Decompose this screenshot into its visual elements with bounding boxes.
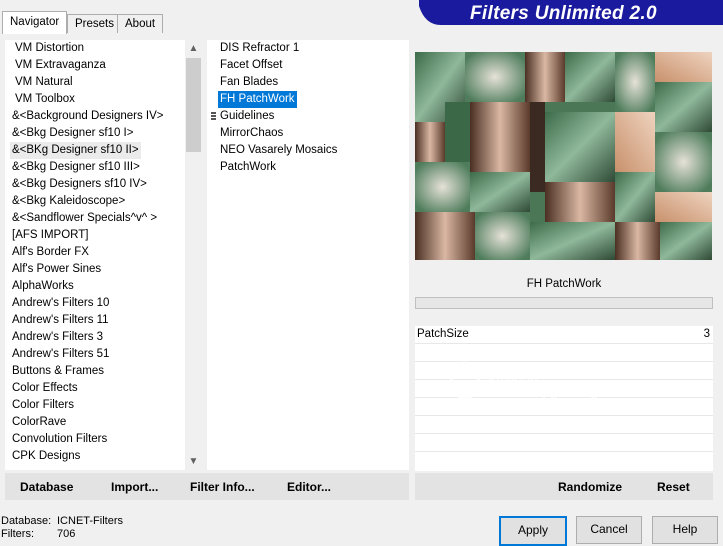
- filter-item[interactable]: DIS Refractor 1: [218, 40, 301, 57]
- filter-item[interactable]: PatchWork: [218, 159, 278, 176]
- left-button-bar: Database Import... Filter Info... Editor…: [5, 473, 409, 500]
- progress-bar: [415, 297, 713, 309]
- randomize-button[interactable]: Randomize: [558, 480, 622, 494]
- tab-presets[interactable]: Presets: [67, 14, 122, 33]
- category-list[interactable]: VM Distortion VM Extravaganza VM Natural…: [5, 40, 202, 470]
- watermark-logo: Pinuccia www.maidiregrafica.eu: [448, 361, 631, 409]
- category-item[interactable]: VM Extravaganza: [13, 57, 108, 74]
- watermark-name: Pinuccia: [487, 372, 538, 387]
- import-button[interactable]: Import...: [111, 480, 158, 494]
- scroll-up-icon[interactable]: ▲: [185, 40, 202, 57]
- tab-about[interactable]: About: [117, 14, 164, 33]
- param-value[interactable]: 3: [704, 328, 710, 340]
- category-item[interactable]: VM Toolbox: [13, 91, 77, 108]
- filters-count-label: Filters:: [1, 528, 34, 540]
- category-item[interactable]: &<Bkg Designer sf10 III>: [10, 159, 142, 176]
- category-scrollbar[interactable]: ▲ ▼: [185, 40, 202, 470]
- category-item[interactable]: Alf's Border FX: [10, 244, 91, 261]
- category-item[interactable]: Andrew's Filters 3: [10, 329, 105, 346]
- help-button[interactable]: Help: [652, 516, 718, 544]
- category-item[interactable]: [AFS IMPORT]: [10, 227, 90, 244]
- cancel-button[interactable]: Cancel: [576, 516, 642, 544]
- param-row-empty: [415, 416, 713, 434]
- category-item[interactable]: AlphaWorks: [10, 278, 76, 295]
- category-item[interactable]: Andrew's Filters 51: [10, 346, 111, 363]
- scroll-thumb[interactable]: [186, 58, 201, 152]
- param-row-empty: [415, 434, 713, 452]
- category-item[interactable]: VM Distortion: [13, 40, 86, 57]
- category-item[interactable]: Alf's Power Sines: [10, 261, 103, 278]
- filter-list[interactable]: DIS Refractor 1 Facet Offset Fan Blades …: [207, 40, 409, 470]
- category-item[interactable]: &<Sandflower Specials^v^ >: [10, 210, 159, 227]
- scroll-down-icon[interactable]: ▼: [185, 453, 202, 470]
- database-value: ICNET-Filters: [57, 515, 123, 527]
- filter-item[interactable]: Fan Blades: [218, 74, 280, 91]
- right-button-bar: Randomize Reset: [415, 473, 713, 500]
- selected-filter-name: FH PatchWork: [415, 273, 713, 296]
- filter-item[interactable]: MirrorChaos: [218, 125, 285, 142]
- filters-count-value: 706: [57, 528, 76, 540]
- editor-button[interactable]: Editor...: [287, 480, 331, 494]
- tab-navigator[interactable]: Navigator: [2, 11, 68, 34]
- database-button[interactable]: Database: [20, 480, 73, 494]
- database-label: Database:: [1, 515, 52, 527]
- category-item[interactable]: VM Natural: [13, 74, 75, 91]
- filter-item[interactable]: Facet Offset: [218, 57, 284, 74]
- category-item[interactable]: Andrew's Filters 11: [10, 312, 111, 329]
- preview-image: [415, 52, 712, 260]
- category-item[interactable]: Andrew's Filters 10: [10, 295, 111, 312]
- category-item[interactable]: Convolution Filters: [10, 431, 109, 448]
- category-item[interactable]: Color Effects: [10, 380, 80, 397]
- category-item[interactable]: &<Background Designers IV>: [10, 108, 166, 125]
- watermark-site: www.maidiregrafica.eu: [489, 394, 631, 409]
- category-item-selected[interactable]: &<BKg Designer sf10 II>: [10, 142, 141, 159]
- param-row-patchsize[interactable]: PatchSize 3: [415, 326, 713, 344]
- category-item[interactable]: Buttons & Frames: [10, 363, 106, 380]
- category-item[interactable]: ColorRave: [10, 414, 68, 431]
- apply-button[interactable]: Apply: [499, 516, 567, 546]
- param-label: PatchSize: [417, 328, 469, 340]
- filter-info-button[interactable]: Filter Info...: [190, 480, 255, 494]
- filter-item[interactable]: NEO Vasarely Mosaics: [218, 142, 339, 159]
- category-item[interactable]: CPK Designs: [10, 448, 82, 465]
- category-item[interactable]: Color Filters: [10, 397, 76, 414]
- banner-title: Filters Unlimited 2.0: [470, 3, 657, 24]
- category-item[interactable]: &<Bkg Designer sf10 I>: [10, 125, 135, 142]
- category-item[interactable]: &<Bkg Designers sf10 IV>: [10, 176, 149, 193]
- filter-item[interactable]: Guidelines: [218, 108, 276, 125]
- category-item[interactable]: &<Bkg Kaleidoscope>: [10, 193, 127, 210]
- filter-item-selected[interactable]: FH PatchWork: [218, 91, 297, 108]
- reset-button[interactable]: Reset: [657, 480, 690, 494]
- drag-handle-icon[interactable]: [211, 112, 216, 124]
